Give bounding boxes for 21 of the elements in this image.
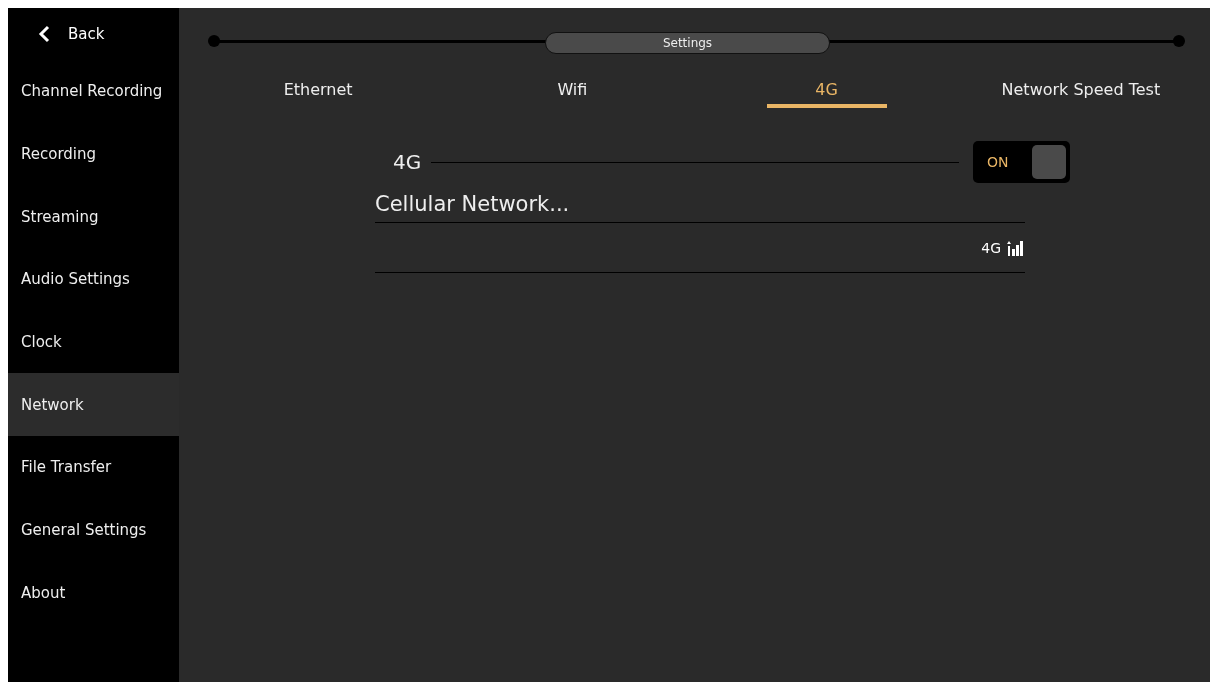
sidebar-item[interactable]: File Transfer xyxy=(8,436,179,499)
tab[interactable]: 4G xyxy=(699,80,954,120)
tab[interactable]: Wifi xyxy=(445,80,700,120)
sidebar-item[interactable]: Audio Settings xyxy=(8,248,179,311)
tab[interactable]: Network Speed Test xyxy=(953,80,1208,120)
sidebar-item[interactable]: Network xyxy=(8,373,179,437)
setting-label: 4G xyxy=(393,150,422,174)
section-title: Cellular Network... xyxy=(375,184,1025,223)
sidebar-item[interactable]: Recording xyxy=(8,122,179,186)
back-icon xyxy=(38,25,50,43)
sidebar-item[interactable]: Clock xyxy=(8,310,179,374)
sidebar-item[interactable]: General Settings xyxy=(8,498,179,562)
back-button[interactable]: Back xyxy=(8,8,179,60)
sidebar-item[interactable]: Streaming xyxy=(8,185,179,249)
sidebar-item[interactable]: About xyxy=(8,561,179,625)
network-type: 4G xyxy=(981,239,1001,256)
toggle-switch[interactable]: ON xyxy=(973,141,1070,183)
signal-icon xyxy=(1007,239,1023,256)
title-pill: Settings xyxy=(545,32,830,54)
sidebar-item[interactable]: Channel Recording xyxy=(8,60,179,123)
tab[interactable]: Ethernet xyxy=(191,80,446,120)
